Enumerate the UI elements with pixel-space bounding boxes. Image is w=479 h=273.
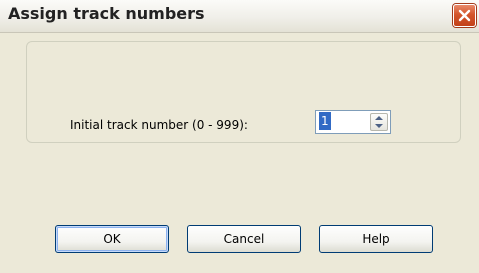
spin-down-button[interactable] [371, 122, 387, 130]
cancel-button[interactable]: Cancel [187, 225, 301, 253]
ok-button[interactable]: OK [55, 225, 169, 253]
spin-up-button[interactable] [371, 114, 387, 122]
track-number-input[interactable]: 1 [319, 112, 331, 130]
dialog-title: Assign track numbers [8, 4, 205, 23]
title-bar[interactable]: Assign track numbers [0, 0, 479, 33]
help-button[interactable]: Help [319, 225, 433, 253]
initial-track-number-label: Initial track number (0 - 999): [70, 118, 248, 132]
track-number-spinbox[interactable]: 1 [315, 110, 391, 134]
spin-buttons [370, 113, 388, 131]
close-button[interactable] [453, 4, 476, 27]
assign-track-numbers-dialog: Assign track numbers Initial track numbe… [0, 0, 479, 273]
